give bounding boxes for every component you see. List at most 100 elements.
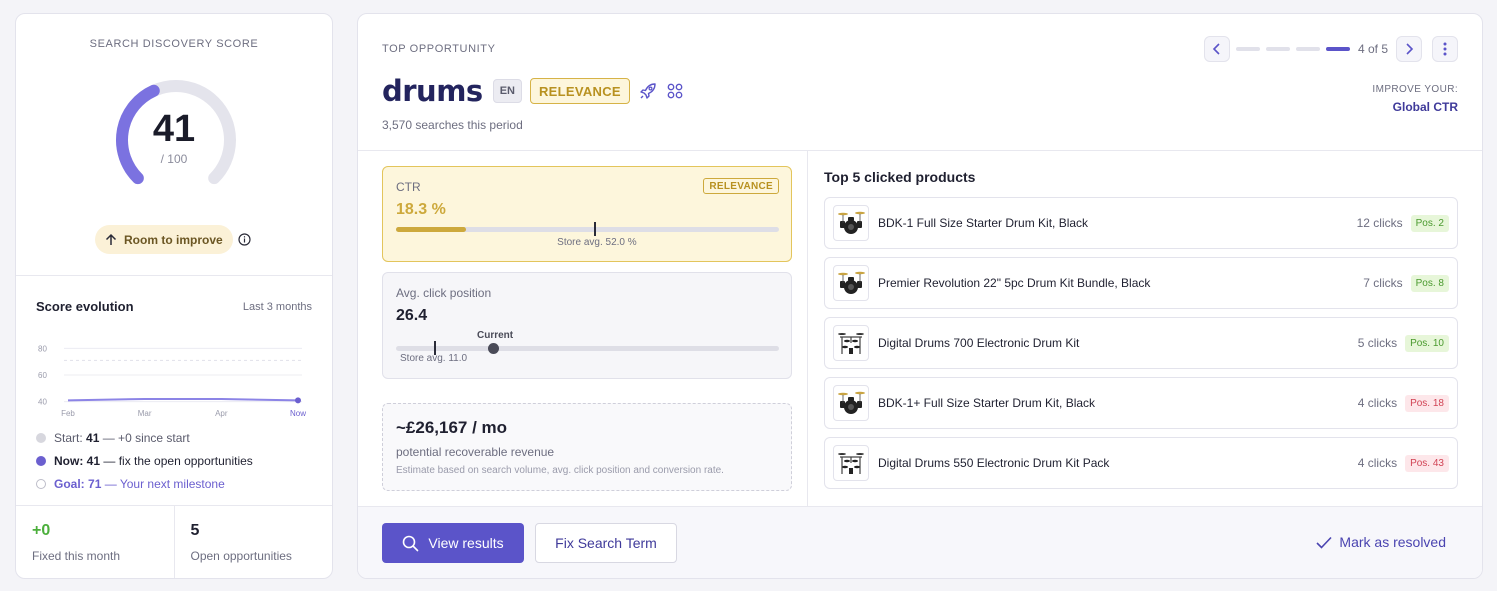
legend-now-label: Now:: [54, 454, 84, 468]
legend-now-value: 41: [86, 454, 101, 468]
position-metric-card: Avg. click position 26.4 Current Store a…: [382, 272, 792, 379]
stat-fixed-label: Fixed this month: [32, 549, 121, 563]
view-results-button[interactable]: View results: [382, 523, 524, 563]
legend-start: Start: 41 — +0 since start: [36, 431, 190, 445]
score-evolution-range: Last 3 months: [242, 301, 312, 313]
legend-now-dot: [36, 456, 46, 466]
more-options-button[interactable]: [1432, 36, 1458, 62]
top-opportunity-label: TOP OPPORTUNITY: [382, 43, 496, 55]
acoustic-drum-kit-icon: [838, 271, 865, 294]
revenue-value: ~£26,167 / mo: [396, 418, 508, 437]
stat-open: 5 Open opportunities: [173, 506, 333, 578]
divider: [16, 275, 332, 276]
pager-step-2[interactable]: [1265, 47, 1290, 51]
product-clicks: 5 clicks: [1357, 336, 1398, 350]
product-clicks: 4 clicks: [1357, 396, 1398, 410]
score-stats: +0 Fixed this month 5 Open opportunities: [16, 505, 333, 578]
search-icon: [403, 535, 419, 551]
arrow-up-icon: [105, 233, 117, 245]
position-current-marker: [488, 343, 499, 354]
stat-fixed: +0 Fixed this month: [16, 506, 174, 578]
product-position-badge: Pos. 8: [1410, 274, 1449, 292]
room-to-improve-label: Room to improve: [124, 232, 223, 247]
score-title: SEARCH DISCOVERY SCORE: [89, 38, 259, 50]
legend-goal: Goal: 71 — Your next milestone: [36, 477, 225, 491]
legend-goal-value: 71: [88, 477, 102, 491]
top-products-title: Top 5 clicked products: [824, 169, 976, 185]
product-clicks: 12 clicks: [1356, 216, 1403, 230]
legend-goal-dot: [36, 479, 46, 489]
product-thumbnail: [833, 445, 869, 481]
product-name: Premier Revolution 22" 5pc Drum Kit Bund…: [878, 276, 1151, 290]
product-position-badge: Pos. 43: [1405, 454, 1449, 472]
legend-start-note: — +0 since start: [99, 431, 190, 445]
fix-search-term-button[interactable]: Fix Search Term: [535, 523, 677, 563]
y-tick-label: 40: [38, 398, 47, 407]
ctr-tag: RELEVANCE: [703, 178, 779, 194]
product-clicks: 4 clicks: [1357, 456, 1398, 470]
series-line: [67, 398, 299, 402]
product-position-badge: Pos. 10: [1405, 334, 1449, 352]
score-value: 41: [152, 108, 196, 150]
info-icon[interactable]: [238, 233, 251, 246]
view-results-label: View results: [428, 535, 504, 551]
legend-start-value: 41: [86, 431, 100, 445]
position-label: Avg. click position: [396, 286, 492, 300]
category-badge: RELEVANCE: [529, 78, 630, 104]
score-card: SEARCH DISCOVERY SCORE 41 / 100 Room to …: [15, 13, 333, 579]
product-row[interactable]: BDK-1+ Full Size Starter Drum Kit, Black…: [824, 377, 1458, 429]
action-footer: View results Fix Search Term Mark as res…: [358, 506, 1482, 578]
pager-prev-button[interactable]: [1203, 36, 1230, 62]
y-tick-label: 60: [38, 371, 47, 380]
electronic-drum-kit-icon: [838, 333, 864, 354]
product-position-badge: Pos. 18: [1405, 394, 1449, 412]
pager-step-1[interactable]: [1235, 47, 1260, 51]
search-term: drums: [382, 74, 483, 108]
stat-open-label: Open opportunities: [190, 549, 292, 563]
product-row[interactable]: Premier Revolution 22" 5pc Drum Kit Bund…: [824, 257, 1458, 309]
mark-resolved-button[interactable]: Mark as resolved: [1316, 534, 1446, 550]
product-row[interactable]: Digital Drums 700 Electronic Drum Kit 5 …: [824, 317, 1458, 369]
product-thumbnail: [833, 385, 869, 421]
acoustic-drum-kit-icon: [838, 211, 865, 234]
product-row[interactable]: Digital Drums 550 Electronic Drum Kit Pa…: [824, 437, 1458, 489]
product-thumbnail: [833, 325, 869, 361]
product-clicks: 7 clicks: [1363, 276, 1403, 290]
revenue-card: ~£26,167 / mo potential recoverable reve…: [382, 403, 792, 491]
pager-text: 4 of 5: [1357, 42, 1388, 56]
product-name: Digital Drums 550 Electronic Drum Kit Pa…: [878, 456, 1110, 470]
ctr-label: CTR: [396, 180, 421, 194]
product-name: BDK-1+ Full Size Starter Drum Kit, Black: [878, 396, 1096, 410]
mark-resolved-label: Mark as resolved: [1339, 534, 1446, 550]
revenue-label: potential recoverable revenue: [396, 445, 555, 459]
header-divider: [358, 150, 1482, 151]
legend-now-note: — fix the open opportunities: [100, 454, 253, 468]
ctr-metric-card: CTR RELEVANCE 18.3 % Store avg. 52.0 %: [382, 166, 792, 262]
apps-grid-icon[interactable]: [666, 82, 684, 100]
electronic-drum-kit-icon: [838, 453, 864, 474]
rocket-icon: [640, 83, 656, 99]
pager-step-3[interactable]: [1295, 47, 1320, 51]
improve-metric[interactable]: Global CTR: [1393, 100, 1458, 114]
product-name: BDK-1 Full Size Starter Drum Kit, Black: [878, 216, 1089, 230]
top-products-list: BDK-1 Full Size Starter Drum Kit, Black …: [824, 197, 1458, 497]
pager-next-button[interactable]: [1396, 36, 1422, 62]
position-current-label: Current: [477, 330, 514, 341]
product-thumbnail: [833, 205, 869, 241]
search-count: 3,570 searches this period: [382, 118, 523, 132]
y-tick-label: 80: [38, 344, 47, 353]
acoustic-drum-kit-icon: [838, 391, 865, 414]
product-row[interactable]: BDK-1 Full Size Starter Drum Kit, Black …: [824, 197, 1458, 249]
product-position-badge: Pos. 2: [1410, 214, 1449, 232]
language-badge: EN: [492, 79, 522, 103]
x-tick-label: Mar: [138, 409, 152, 418]
pager-step-4[interactable]: [1325, 47, 1350, 51]
ctr-store-avg-label: Store avg. 52.0 %: [557, 237, 637, 248]
product-thumbnail: [833, 265, 869, 301]
chevron-right-icon: [1406, 43, 1414, 55]
score-max: / 100: [160, 152, 188, 166]
position-value: 26.4: [396, 307, 428, 324]
chevron-left-icon: [1212, 43, 1220, 55]
data-point: [295, 397, 301, 404]
ctr-value: 18.3 %: [396, 201, 446, 218]
